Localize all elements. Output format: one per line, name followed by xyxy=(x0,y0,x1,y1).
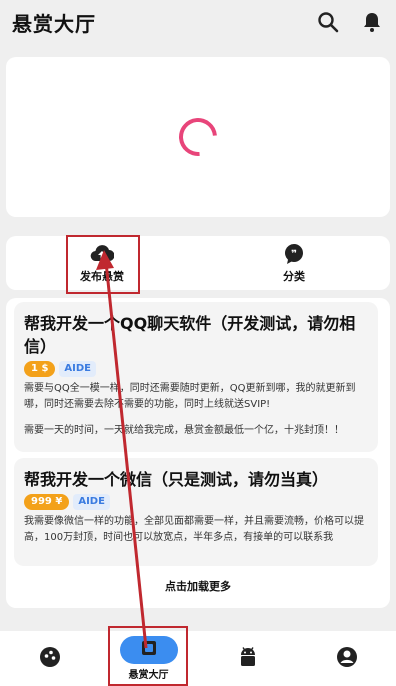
language-badge: AIDE xyxy=(59,361,96,377)
annotation-box-bounty-hall xyxy=(108,626,188,686)
price-badge: 1 $ xyxy=(24,361,56,377)
bottom-nav: 悬赏大厅 xyxy=(0,631,396,686)
nav-discover[interactable] xyxy=(0,631,99,686)
banner-card[interactable] xyxy=(6,57,390,217)
annotation-box-publish xyxy=(66,235,140,294)
bounty-description: 需要与QQ全一模一样，同时还需要随时更新，QQ更新到哪，我的就更新到哪，同时还需… xyxy=(24,381,368,439)
bounty-card[interactable]: 帮我开发一个微信（只是测试，请勿当真） 999 ¥ AIDE 我需要像微信一样的… xyxy=(14,458,378,566)
language-badge: AIDE xyxy=(73,494,110,510)
bounty-title: 帮我开发一个QQ聊天软件（开发测试，请勿相信） xyxy=(24,314,356,356)
bell-icon[interactable] xyxy=(360,10,384,34)
quick-actions: 发布悬赏 ❞ 分类 xyxy=(6,236,390,290)
loading-spinner xyxy=(171,110,225,164)
svg-text:❞: ❞ xyxy=(291,249,297,260)
bounty-title: 帮我开发一个微信（只是测试，请勿当真） xyxy=(24,470,329,489)
page-title: 悬赏大厅 xyxy=(12,11,96,36)
description-paragraph: 需要一天的时间，一天就给我完成，悬赏金额最低一个亿，十兆封顶！！ xyxy=(24,425,344,436)
bounty-description: 我需要像微信一样的功能，全部见面都需要一样，并且需要流畅，价格可以提高，100万… xyxy=(24,514,368,546)
android-icon xyxy=(238,646,258,672)
nav-profile[interactable] xyxy=(297,631,396,686)
app-bar: 悬赏大厅 xyxy=(0,0,396,44)
discover-icon xyxy=(39,646,61,672)
description-paragraph: 我需要像微信一样的功能，全部见面都需要一样，并且需要流畅，价格可以提高，100万… xyxy=(24,516,364,543)
description-paragraph: 需要与QQ全一模一样，同时还需要随时更新，QQ更新到哪，我的就更新到哪，同时还需… xyxy=(24,383,356,410)
nav-android[interactable] xyxy=(198,631,297,686)
quote-bubble-icon: ❞ xyxy=(282,243,306,265)
category-button[interactable]: ❞ 分类 xyxy=(198,236,390,290)
profile-icon xyxy=(336,646,358,672)
search-icon[interactable] xyxy=(316,10,340,34)
bounty-list: 帮我开发一个QQ聊天软件（开发测试，请勿相信） 1 $ AIDE 需要与QQ全一… xyxy=(6,298,390,608)
bounty-card[interactable]: 帮我开发一个QQ聊天软件（开发测试，请勿相信） 1 $ AIDE 需要与QQ全一… xyxy=(14,302,378,452)
price-badge: 999 ¥ xyxy=(24,494,70,510)
category-label: 分类 xyxy=(283,269,305,283)
load-more-button[interactable]: 点击加载更多 xyxy=(6,578,390,594)
